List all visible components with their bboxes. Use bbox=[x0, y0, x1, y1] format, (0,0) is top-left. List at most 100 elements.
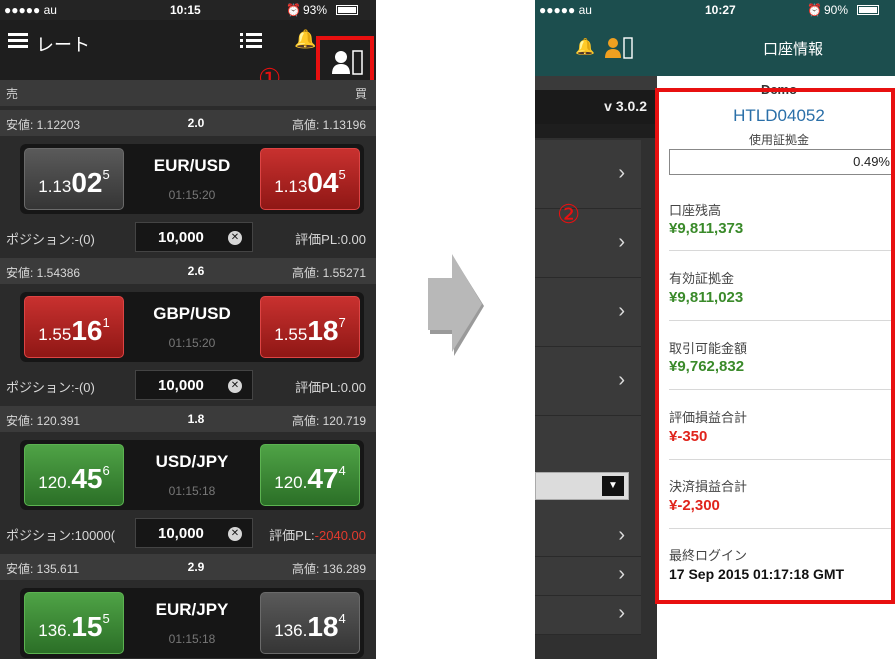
spread: 2.6 bbox=[187, 264, 205, 278]
pair-name: GBP/USD bbox=[153, 304, 231, 323]
clock: 10:27 bbox=[705, 3, 736, 17]
quote-panel: 136.155 EUR/JPY 01:15:18 136.184 bbox=[20, 588, 364, 658]
spread: 1.8 bbox=[187, 412, 205, 426]
quantity-input[interactable]: 10,000 ✕ bbox=[135, 222, 253, 252]
chevron-right-icon: › bbox=[618, 524, 625, 546]
clear-icon[interactable]: ✕ bbox=[228, 527, 242, 541]
status-bar: ●●●●● au 10:15 ⏰ 93% bbox=[0, 0, 376, 20]
menu-row-1[interactable]: › bbox=[535, 140, 641, 209]
page-title: 口座情報 bbox=[763, 41, 824, 58]
ask-button[interactable]: 136.184 bbox=[260, 592, 360, 654]
high-price: 高値: 120.719 bbox=[291, 414, 366, 428]
battery-icon bbox=[336, 5, 358, 15]
position-row: ポジション:10000( 10,000 ✕ 評価PL:-2040.00 bbox=[0, 514, 376, 552]
sell-buy-header: 売 買 bbox=[0, 80, 376, 106]
bid-button[interactable]: 1.13025 bbox=[24, 148, 124, 210]
chevron-right-icon: › bbox=[618, 563, 625, 585]
bell-icon[interactable]: 🔔 bbox=[294, 29, 316, 50]
ask-button[interactable]: 120.474 bbox=[260, 444, 360, 506]
bid-button[interactable]: 120.456 bbox=[24, 444, 124, 506]
pair-name: USD/JPY bbox=[155, 452, 229, 471]
menu-row-8[interactable]: › bbox=[535, 596, 641, 635]
chevron-right-icon: › bbox=[618, 162, 625, 184]
menu-row-6[interactable]: › bbox=[535, 518, 641, 557]
alarm-icon: ⏰ bbox=[286, 3, 301, 17]
menu-row-7[interactable]: › bbox=[535, 557, 641, 596]
top-nav: レート 🔔 ① bbox=[0, 20, 376, 96]
page-title: レート bbox=[36, 35, 90, 55]
rates-screen: ●●●●● au 10:15 ⏰ 93% レート 🔔 ① 売 買 安値: 1.1… bbox=[0, 0, 376, 659]
ask-button[interactable]: 1.55187 bbox=[260, 296, 360, 358]
battery-icon bbox=[857, 5, 879, 15]
chevron-right-icon: › bbox=[618, 300, 625, 322]
high-price: 高値: 1.55271 bbox=[291, 266, 366, 280]
clock: 10:15 bbox=[170, 3, 201, 17]
position-row: ポジション:-(0) 10,000 ✕ 評価PL:0.00 bbox=[0, 218, 376, 256]
annotation-2: ② bbox=[557, 200, 581, 230]
bid-button[interactable]: 136.155 bbox=[24, 592, 124, 654]
rate-card-usdjpy: 安値: 120.391 1.8 高値: 120.719 120.456 USD/… bbox=[0, 406, 376, 557]
rate-card-gbpusd: 安値: 1.54386 2.6 高値: 1.55271 1.55161 GBP/… bbox=[0, 258, 376, 409]
buy-label: 買 bbox=[355, 87, 368, 101]
alarm-icon: ⏰ bbox=[807, 3, 822, 17]
battery-percent: 90% bbox=[824, 3, 849, 17]
top-nav: 🔔 口座情報 bbox=[535, 20, 895, 76]
version-label: v 3.0.2 bbox=[604, 98, 647, 114]
account-icon bbox=[332, 50, 363, 75]
low-price: 安値: 1.12203 bbox=[6, 118, 81, 132]
chevron-right-icon: › bbox=[618, 602, 625, 624]
quote-time: 01:15:18 bbox=[168, 484, 216, 498]
position-label: ポジション:-(0) bbox=[6, 380, 95, 395]
bid-button[interactable]: 1.55161 bbox=[24, 296, 124, 358]
rate-card-header: 安値: 120.391 1.8 高値: 120.719 bbox=[0, 406, 376, 432]
pl-value: 評価PL:0.00 bbox=[295, 232, 366, 247]
spread: 2.0 bbox=[187, 116, 205, 130]
menu-row-3[interactable]: › bbox=[535, 278, 641, 347]
low-price: 安値: 1.54386 bbox=[6, 266, 81, 280]
quantity-input[interactable]: 10,000 ✕ bbox=[135, 518, 253, 548]
pair-name: EUR/USD bbox=[153, 156, 231, 175]
quote-time: 01:15:18 bbox=[168, 632, 216, 646]
low-price: 安値: 120.391 bbox=[6, 414, 81, 428]
menu-row-4[interactable]: › bbox=[535, 347, 641, 416]
side-menu: v 3.0.2 › › › › ▼ › › › bbox=[535, 76, 657, 659]
battery-percent: 93% bbox=[303, 3, 328, 17]
quote-time: 01:15:20 bbox=[168, 336, 216, 350]
rate-card-eurjpy: 安値: 135.611 2.9 高値: 136.289 136.155 EUR/… bbox=[0, 554, 376, 659]
rate-card-eurusd: 安値: 1.12203 2.0 高値: 1.13196 1.13025 EUR/… bbox=[0, 110, 376, 261]
low-price: 安値: 135.611 bbox=[6, 562, 80, 576]
bell-icon[interactable]: 🔔 bbox=[575, 37, 595, 57]
account-icon[interactable] bbox=[605, 37, 633, 59]
sell-label: 売 bbox=[6, 87, 19, 101]
menu-row-2[interactable]: › bbox=[535, 209, 641, 278]
high-price: 高値: 136.289 bbox=[291, 562, 366, 576]
quote-time: 01:15:20 bbox=[168, 188, 216, 202]
pl-value: 評価PL:-2040.00 bbox=[269, 528, 366, 543]
clear-icon[interactable]: ✕ bbox=[228, 231, 242, 245]
rate-card-header: 安値: 1.12203 2.0 高値: 1.13196 bbox=[0, 110, 376, 136]
quantity-input[interactable]: 10,000 ✕ bbox=[135, 370, 253, 400]
status-bar: ●●●●● au 10:27 ⏰ 90% bbox=[535, 0, 895, 20]
carrier-label: ●●●●● au bbox=[4, 3, 57, 17]
account-info-screen: ●●●●● au 10:27 ⏰ 90% 🔔 口座情報 v 3.0.2 › › … bbox=[535, 0, 895, 659]
quote-panel: 1.55161 GBP/USD 01:15:20 1.55187 bbox=[20, 292, 364, 362]
hamburger-icon[interactable] bbox=[8, 33, 28, 49]
rate-card-header: 安値: 1.54386 2.6 高値: 1.55271 bbox=[0, 258, 376, 284]
chevron-right-icon: › bbox=[618, 369, 625, 391]
chevron-right-icon: › bbox=[618, 231, 625, 253]
spread: 2.9 bbox=[187, 560, 205, 574]
list-icon[interactable] bbox=[240, 32, 262, 50]
pair-name: EUR/JPY bbox=[155, 600, 229, 619]
pl-value: 評価PL:0.00 bbox=[295, 380, 366, 395]
version-bar: v 3.0.2 bbox=[535, 90, 657, 124]
quote-panel: 120.456 USD/JPY 01:15:18 120.474 bbox=[20, 440, 364, 510]
quote-panel: 1.13025 EUR/USD 01:15:20 1.13045 bbox=[20, 144, 364, 214]
rate-card-header: 安値: 135.611 2.9 高値: 136.289 bbox=[0, 554, 376, 580]
dropdown-select[interactable]: ▼ bbox=[535, 472, 629, 500]
position-row: ポジション:-(0) 10,000 ✕ 評価PL:0.00 bbox=[0, 366, 376, 404]
carrier-label: ●●●●● au bbox=[539, 3, 592, 17]
high-price: 高値: 1.13196 bbox=[291, 118, 366, 132]
ask-button[interactable]: 1.13045 bbox=[260, 148, 360, 210]
transition-arrow-icon bbox=[428, 254, 484, 356]
clear-icon[interactable]: ✕ bbox=[228, 379, 242, 393]
